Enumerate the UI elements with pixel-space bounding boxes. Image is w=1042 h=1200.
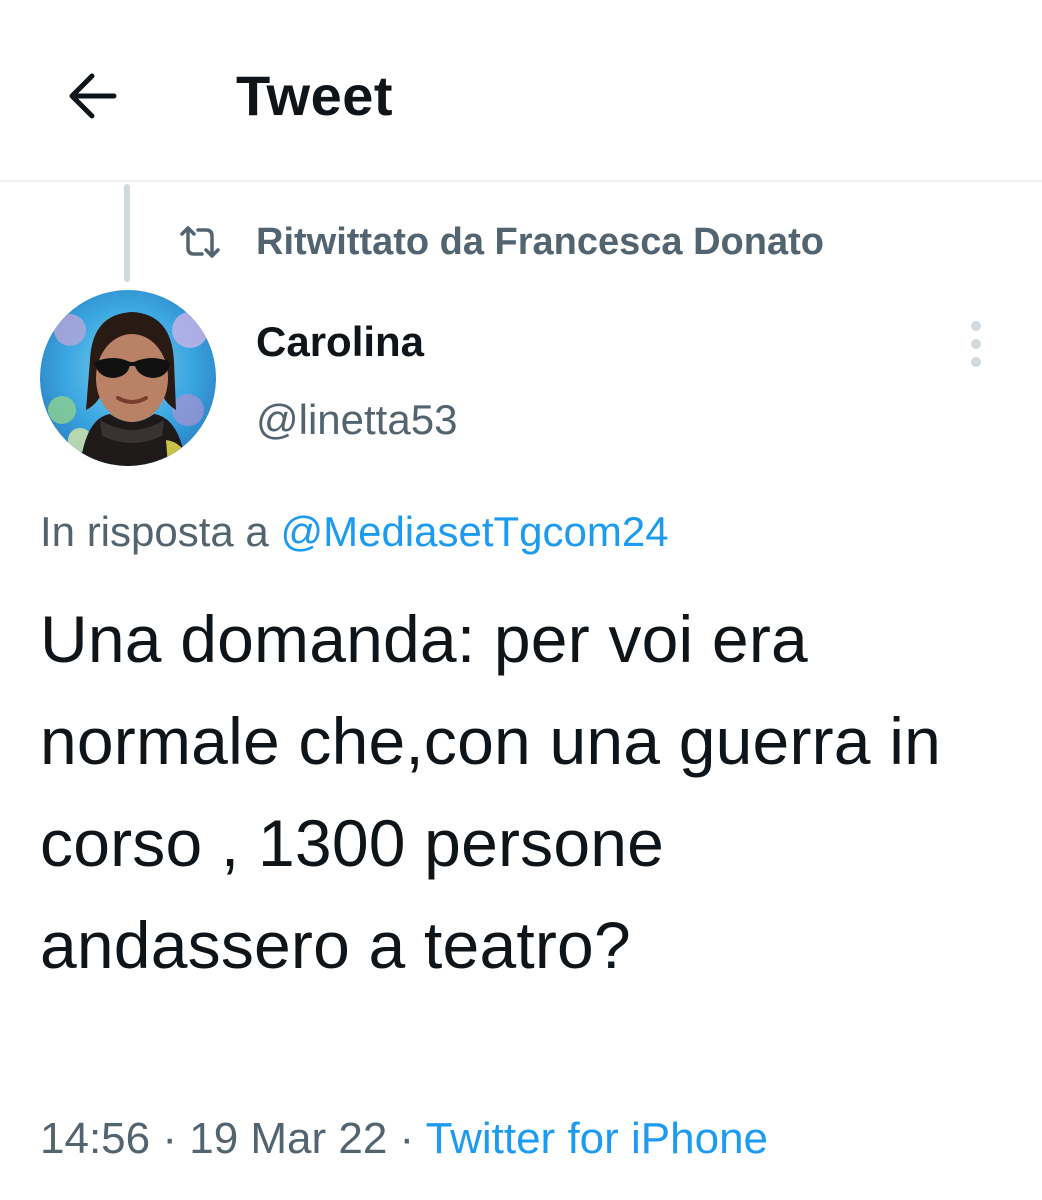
display-name[interactable]: Carolina — [256, 316, 424, 368]
more-vertical-icon — [971, 321, 981, 367]
avatar[interactable] — [40, 290, 216, 466]
retweet-icon — [180, 226, 220, 258]
reply-context: In risposta a @MediasetTgcom24 — [40, 504, 669, 560]
meta-separator: · — [387, 1114, 426, 1163]
thread-line — [124, 184, 130, 282]
avatar-image — [40, 290, 216, 466]
tweet-meta: 14:56 · 19 Mar 22 · Twitter for iPhone — [40, 1110, 768, 1168]
more-options-button[interactable] — [952, 314, 1000, 378]
tweet-text: Una domanda: per voi era normale che,con… — [40, 602, 942, 982]
meta-separator: · — [150, 1114, 190, 1163]
tweet-time[interactable]: 14:56 — [40, 1114, 150, 1163]
retweet-label: Ritwittato da Francesca Donato — [256, 220, 824, 263]
user-handle[interactable]: @linetta53 — [256, 394, 457, 446]
arrow-left-icon — [69, 73, 117, 119]
retweet-context[interactable]: Ritwittato da Francesca Donato — [176, 214, 824, 270]
page-title: Tweet — [236, 64, 394, 127]
back-button[interactable] — [52, 58, 132, 134]
reply-prefix: In risposta a — [40, 508, 281, 555]
reply-mention-link[interactable]: @MediasetTgcom24 — [280, 508, 668, 555]
top-bar: Tweet — [0, 0, 1042, 182]
tweet-client-link[interactable]: Twitter for iPhone — [426, 1114, 768, 1163]
tweet-date[interactable]: 19 Mar 22 — [189, 1114, 387, 1163]
